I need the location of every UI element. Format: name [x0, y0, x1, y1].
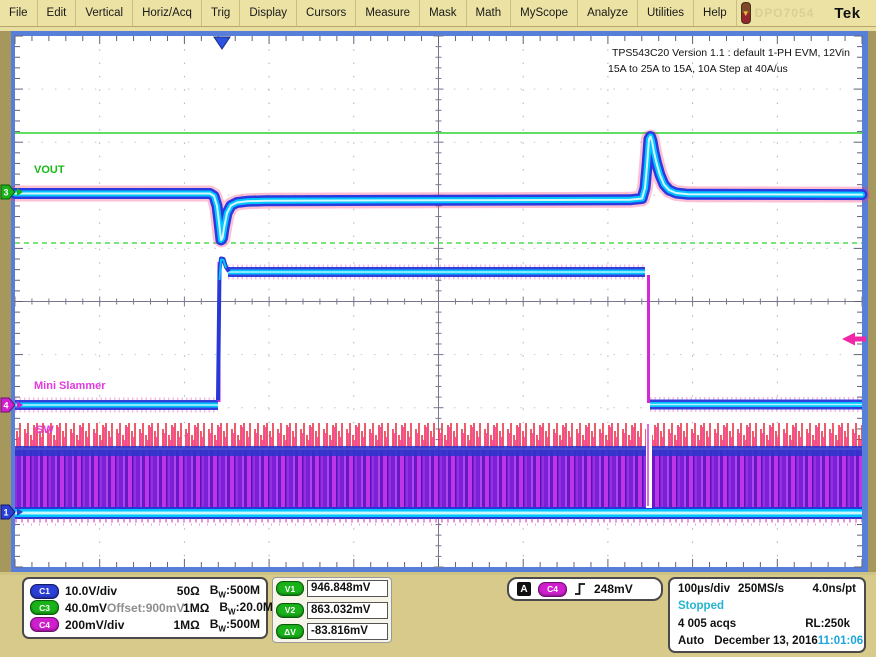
ch3-readout-row: C3 40.0mV Offset:900mV 1MΩ BW:20.0M: [30, 600, 260, 616]
trigger-readout-box[interactable]: A C4 248mV: [507, 577, 663, 601]
oscilloscope-screen: File Edit Vertical Horiz/Acq Trig Displa…: [0, 0, 876, 657]
trigger-a-badge: A: [517, 582, 531, 596]
acq-count: 4 005 acqs: [678, 618, 736, 630]
sample-resolution: 4.0ns/pt: [813, 583, 856, 595]
rising-edge-icon: [574, 582, 587, 596]
ch4-bandwidth: BW:500M: [210, 617, 260, 633]
horizontal-readout-box[interactable]: 100µs/div 250MS/s 4.0ns/pt Stopped 4 005…: [668, 577, 866, 653]
sample-rate: 250MS/s: [738, 583, 784, 595]
ch3-impedance: 1MΩ: [183, 601, 209, 615]
cursor-dv-value: -83.816mV: [307, 623, 388, 640]
graticule-frame-top: [11, 31, 868, 36]
timebase-row: 100µs/div 250MS/s 4.0ns/pt: [678, 583, 856, 595]
cursor-v1-value: 946.848mV: [307, 580, 388, 597]
ch3-offset: Offset:900mV: [107, 601, 183, 615]
waveform-display: TPS543C20 Version 1.1 : default 1-PH EVM…: [0, 0, 876, 575]
cursor-dv-row: ΔV -83.816mV: [276, 623, 388, 640]
cursor-dv-badge: ΔV: [276, 624, 304, 639]
annotation-line2: 15A to 25A to 15A, 10A Step at 40A/us: [608, 63, 788, 75]
sw-label: SW: [36, 424, 54, 436]
graticule-frame-bottom: [11, 567, 868, 572]
cursor-readout-box[interactable]: V1 946.848mV V2 863.032mV ΔV -83.816mV: [272, 577, 392, 643]
svg-text:3: 3: [3, 188, 8, 198]
time-text: 11:01:06: [818, 635, 863, 647]
cursor-v1-badge: V1: [276, 581, 304, 596]
trigger-level-value: 248mV: [594, 582, 633, 596]
vout-label: VOUT: [34, 164, 65, 176]
mini-slammer-label: Mini Slammer: [34, 380, 106, 392]
timebase-value: 100µs/div: [678, 583, 730, 595]
sw-acquisition-gap: [646, 422, 652, 508]
graticule-frame-right: [862, 31, 868, 572]
cursor-v2-badge: V2: [276, 603, 304, 618]
acq-count-row: 4 005 acqs RL:250k: [678, 618, 856, 630]
ch1-readout-row: C1 10.0V/div 50Ω BW:500M: [30, 583, 260, 599]
left-margin: [0, 31, 11, 572]
record-length: RL:250k: [805, 618, 850, 630]
trigger-source-badge: C4: [538, 582, 567, 597]
ch3-scale: 40.0mV: [65, 601, 107, 615]
datetime-row: Auto December 13, 2016 11:01:06: [678, 635, 856, 647]
ch3-bandwidth: BW:20.0M: [219, 600, 273, 616]
ch4-impedance: 1MΩ: [173, 618, 199, 632]
ch4-badge[interactable]: C4: [30, 617, 59, 632]
ch4-scale: 200mV/div: [65, 618, 124, 632]
readout-bar: C1 10.0V/div 50Ω BW:500M C3 40.0mV Offse…: [0, 575, 876, 657]
sw-trace: [15, 422, 862, 525]
ch1-scale: 10.0V/div: [65, 584, 119, 598]
cursor-v2-value: 863.032mV: [307, 602, 388, 619]
annotation-line1: TPS543C20 Version 1.1 : default 1-PH EVM…: [612, 47, 850, 59]
trig-mode: Auto: [678, 635, 704, 647]
acq-state-row: Stopped: [678, 600, 856, 612]
cursor-v1-row: V1 946.848mV: [276, 580, 388, 597]
ch1-impedance: 50Ω: [172, 584, 200, 598]
svg-text:1: 1: [3, 508, 8, 518]
date-text: December 13, 2016: [714, 635, 818, 647]
ch1-badge[interactable]: C1: [30, 584, 59, 599]
ch3-badge[interactable]: C3: [30, 600, 59, 615]
graticule-frame-left: [11, 31, 15, 572]
vertical-readout-box[interactable]: C1 10.0V/div 50Ω BW:500M C3 40.0mV Offse…: [22, 577, 268, 639]
svg-text:4: 4: [3, 401, 8, 411]
cursor-v2-row: V2 863.032mV: [276, 602, 388, 619]
ch4-readout-row: C4 200mV/div 1MΩ BW:500M: [30, 617, 260, 633]
right-margin: [868, 31, 876, 572]
acq-state: Stopped: [678, 600, 724, 612]
ch1-bandwidth: BW:500M: [210, 583, 260, 599]
